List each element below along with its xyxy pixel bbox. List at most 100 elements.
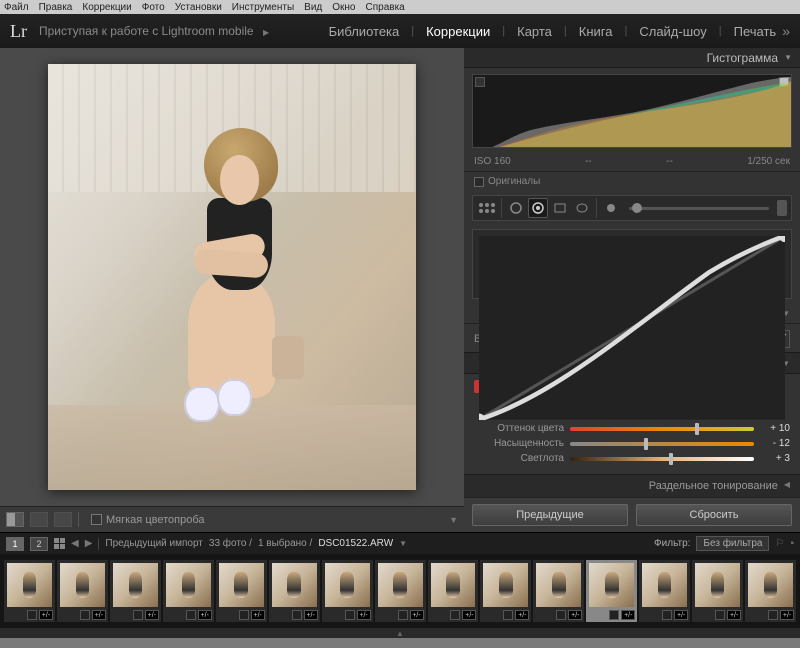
header: Lr Приступая к работе с Lightroom mobile… xyxy=(0,14,800,48)
histogram-title: Гистограмма xyxy=(707,51,778,65)
chevron-right-icon: ▶ xyxy=(263,28,269,37)
shutter-label: 1/250 сек xyxy=(747,156,790,167)
originals-label: Оригиналы xyxy=(488,176,540,187)
split-toning-title: Раздельное тонирование xyxy=(649,480,778,492)
aperture-label: -- xyxy=(666,156,673,167)
thumb-0[interactable]: +/- xyxy=(4,560,55,622)
view-toolbar: Мягкая цветопроба ▼ xyxy=(0,506,464,532)
lock-icon[interactable]: ▪ xyxy=(790,538,794,549)
menu-правка[interactable]: Правка xyxy=(39,2,73,13)
menu-окно[interactable]: Окно xyxy=(332,2,355,13)
thumb-6[interactable]: +/- xyxy=(322,560,373,622)
checkbox-icon xyxy=(474,177,484,187)
path-label[interactable]: Предыдущий импорт xyxy=(105,538,203,549)
subtitle-text: Приступая к работе с Lightroom mobile xyxy=(39,24,254,38)
thumb-8[interactable]: +/- xyxy=(428,560,479,622)
chevron-down-icon: ▼ xyxy=(784,53,792,62)
thumb-11[interactable]: +/- xyxy=(586,560,637,622)
fwd-icon[interactable]: ▶ xyxy=(85,538,93,549)
tone-curve[interactable] xyxy=(472,229,792,299)
crop-tool[interactable] xyxy=(477,198,497,218)
slider-value: + 3 xyxy=(760,453,790,464)
filmstrip[interactable]: +/-+/-+/-+/-+/-+/-+/-+/-+/-+/-+/-+/-+/-+… xyxy=(0,554,800,628)
filter-dropdown[interactable]: Без фильтра xyxy=(696,536,769,551)
chevron-down-icon[interactable]: ▼ xyxy=(449,515,458,525)
module-0[interactable]: Библиотека xyxy=(325,24,404,39)
loupe-view-button[interactable] xyxy=(6,512,24,527)
slider-value: - 12 xyxy=(760,438,790,449)
redeye-tool[interactable] xyxy=(528,198,548,218)
count-label: 33 фото / xyxy=(209,538,252,549)
monitor-1-button[interactable]: 1 xyxy=(6,537,24,551)
thumb-1[interactable]: +/- xyxy=(57,560,108,622)
menu-справка[interactable]: Справка xyxy=(366,2,405,13)
thumb-9[interactable]: +/- xyxy=(480,560,531,622)
split-toning-header[interactable]: Раздельное тонирование ◀ xyxy=(464,474,800,497)
previous-button[interactable]: Предыдущие xyxy=(472,504,628,526)
focal-label: -- xyxy=(585,156,592,167)
tool-strip xyxy=(472,195,792,221)
panel-switch[interactable] xyxy=(777,200,787,216)
slider-row-1: Насыщенность - 12 xyxy=(474,436,790,451)
brush-size-icon xyxy=(601,198,621,218)
thumb-10[interactable]: +/- xyxy=(533,560,584,622)
menu-фото[interactable]: Фото xyxy=(142,2,165,13)
thumb-3[interactable]: +/- xyxy=(163,560,214,622)
thumb-4[interactable]: +/- xyxy=(216,560,267,622)
reset-button[interactable]: Сбросить xyxy=(636,504,792,526)
menu-инструменты[interactable]: Инструменты xyxy=(232,2,294,13)
slider-track[interactable] xyxy=(570,442,754,446)
slider-label: Насыщенность xyxy=(474,438,564,449)
thumb-2[interactable]: +/- xyxy=(110,560,161,622)
image-pane: Мягкая цветопроба ▼ xyxy=(0,48,464,532)
thumb-5[interactable]: +/- xyxy=(269,560,320,622)
histogram[interactable] xyxy=(472,74,792,148)
slider-track[interactable] xyxy=(570,427,754,431)
module-3[interactable]: Книга xyxy=(575,24,617,39)
iso-label: ISO 160 xyxy=(474,156,511,167)
slider-label: Оттенок цвета xyxy=(474,423,564,434)
menu-коррекции[interactable]: Коррекции xyxy=(82,2,131,13)
module-2[interactable]: Карта xyxy=(513,24,556,39)
filmstrip-handle[interactable]: ▲ xyxy=(0,628,800,638)
before-after-button[interactable] xyxy=(30,512,48,527)
gradient-tool[interactable] xyxy=(550,198,570,218)
chevron-down-icon[interactable]: ▼ xyxy=(399,539,407,548)
menu-установки[interactable]: Установки xyxy=(175,2,222,13)
menu-вид[interactable]: Вид xyxy=(304,2,322,13)
thumb-12[interactable]: +/- xyxy=(639,560,690,622)
chevron-left-icon: ◀ xyxy=(784,480,790,492)
module-picker: Библиотека|Коррекции|Карта|Книга|Слайд-ш… xyxy=(325,24,781,39)
thumb-14[interactable]: +/- xyxy=(745,560,796,622)
menu-файл[interactable]: Файл xyxy=(4,2,29,13)
flag-filter-icon[interactable]: ⚐ xyxy=(775,538,784,549)
filter-label: Фильтр: xyxy=(654,538,690,549)
compare-button[interactable] xyxy=(54,512,72,527)
module-5[interactable]: Печать xyxy=(730,24,781,39)
originals-row[interactable]: Оригиналы xyxy=(464,171,800,191)
softproof-label: Мягкая цветопроба xyxy=(106,514,204,526)
filename-label: DSC01522.ARW xyxy=(318,538,393,549)
grid-icon[interactable] xyxy=(54,538,65,549)
slider-value: + 10 xyxy=(760,423,790,434)
back-icon[interactable]: ◀ xyxy=(71,538,79,549)
thumb-7[interactable]: +/- xyxy=(375,560,426,622)
slider-row-0: Оттенок цвета + 10 xyxy=(474,421,790,436)
photo-preview xyxy=(48,64,416,490)
tool-slider[interactable] xyxy=(629,207,769,210)
module-4[interactable]: Слайд-шоу xyxy=(635,24,710,39)
monitor-2-button[interactable]: 2 xyxy=(30,537,48,551)
slider-row-2: Светлота + 3 xyxy=(474,451,790,466)
spot-tool[interactable] xyxy=(506,198,526,218)
softproof-checkbox[interactable]: Мягкая цветопроба xyxy=(91,514,204,526)
chevron-right-icon[interactable]: » xyxy=(782,23,790,39)
thumb-13[interactable]: +/- xyxy=(692,560,743,622)
module-1[interactable]: Коррекции xyxy=(422,24,494,39)
slider-track[interactable] xyxy=(570,457,754,461)
subtitle[interactable]: Приступая к работе с Lightroom mobile ▶ xyxy=(39,24,269,38)
radial-tool[interactable] xyxy=(572,198,592,218)
histogram-header[interactable]: Гистограмма ▼ xyxy=(464,48,800,68)
slider-label: Светлота xyxy=(474,453,564,464)
image-canvas[interactable] xyxy=(0,48,464,506)
bottom-buttons: Предыдущие Сбросить xyxy=(464,497,800,532)
